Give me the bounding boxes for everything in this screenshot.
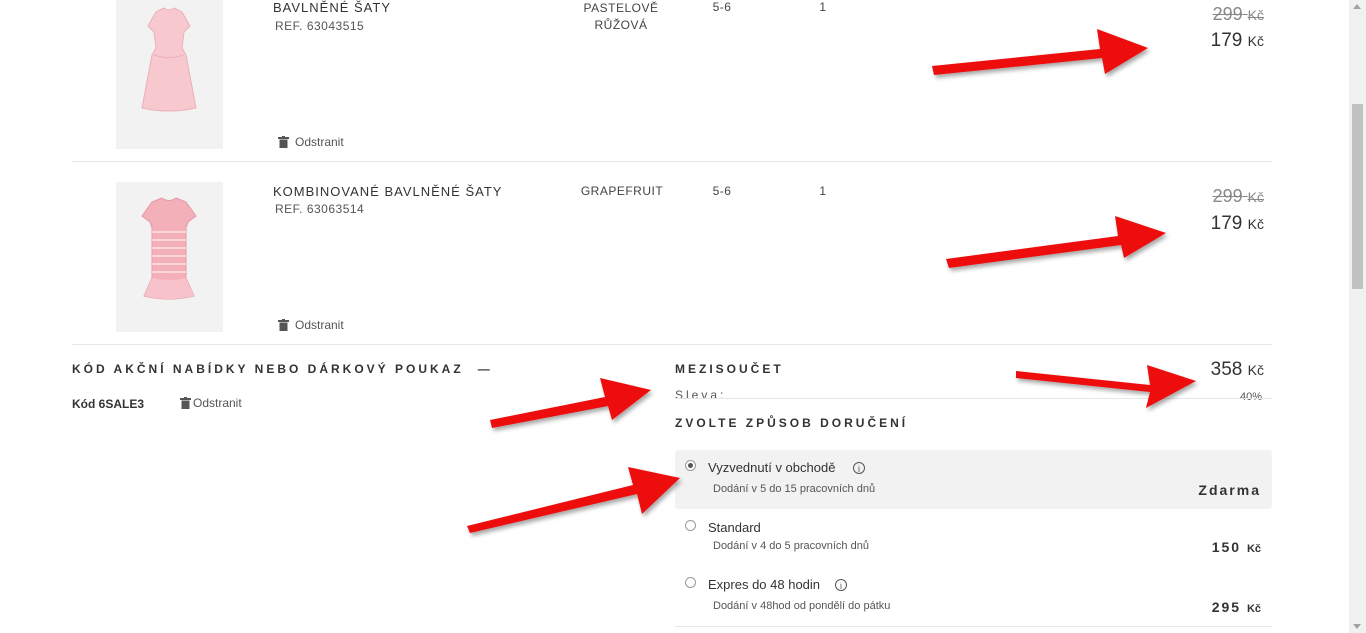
red-arrow-annotation [1016, 365, 1196, 408]
annotation-layer [467, 29, 1196, 533]
red-arrow-annotation [467, 467, 680, 533]
scrollbar-thumb[interactable] [1352, 104, 1363, 289]
red-arrow-annotation [490, 378, 651, 428]
red-arrow-annotation [932, 29, 1148, 75]
red-arrow-annotation [946, 216, 1166, 268]
scrollbar[interactable] [1349, 0, 1366, 633]
scroll-down-arrow-icon[interactable] [1353, 624, 1361, 629]
scroll-up-arrow-icon[interactable] [1353, 4, 1361, 9]
